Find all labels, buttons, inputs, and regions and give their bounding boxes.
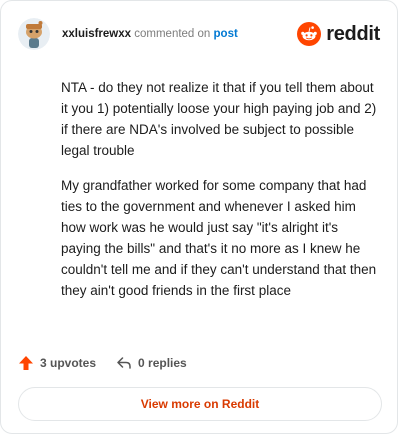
comment-header: xxluisfrewxx commented on post reddit [18, 18, 380, 50]
reply-arrow-icon [117, 357, 131, 369]
comment-actions: 3 upvotes 0 replies [18, 355, 187, 371]
commented-on-text: commented on [134, 28, 211, 40]
post-link[interactable]: post [214, 28, 238, 40]
comment-paragraph: My grandfather worked for some company t… [61, 178, 377, 298]
username-link[interactable]: xxluisfrewxx [62, 28, 131, 40]
upvote-arrow-icon [19, 356, 33, 370]
upvotes-count: 3 upvotes [40, 356, 97, 370]
replies-button[interactable]: 0 replies [116, 355, 187, 371]
replies-count: 0 replies [138, 356, 187, 370]
reddit-brand[interactable]: reddit [297, 22, 380, 46]
comment-paragraph: NTA - do they not realize it that if you… [61, 80, 377, 158]
user-avatar[interactable] [18, 18, 50, 50]
upvotes-button[interactable]: 3 upvotes [18, 355, 96, 371]
snoo-avatar-icon [18, 18, 50, 50]
comment-embed-card: xxluisfrewxx commented on post reddit NT… [0, 0, 398, 434]
reddit-wordmark: reddit [326, 22, 380, 45]
comment-byline: xxluisfrewxx commented on post [62, 28, 238, 40]
view-more-button[interactable]: View more on Reddit [18, 387, 382, 421]
reddit-logo-icon [297, 22, 322, 46]
comment-body: NTA - do they not realize it that if you… [61, 77, 377, 315]
